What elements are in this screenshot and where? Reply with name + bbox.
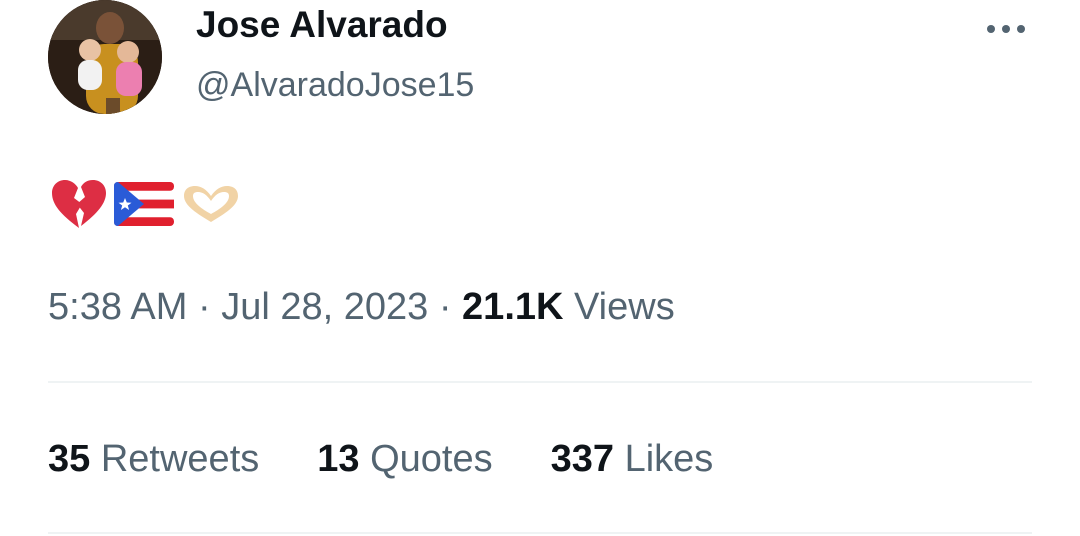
more-dots-icon: [987, 25, 1025, 33]
divider: [48, 532, 1032, 534]
tweet-card: Jose Alvarado @AlvaradoJose15 💔🇵🇷🫶: [0, 0, 1080, 536]
author-avatar[interactable]: [48, 0, 162, 114]
views-count: 21.1K: [462, 286, 564, 328]
retweets-count: 35: [48, 438, 91, 480]
author-handle[interactable]: @AlvaradoJose15: [196, 66, 474, 105]
likes-stat[interactable]: 337 Likes: [551, 438, 714, 481]
meta-separator: ·: [197, 286, 222, 328]
views-label: Views: [574, 286, 675, 328]
broken-heart-icon: [52, 180, 106, 228]
quotes-count: 13: [317, 438, 360, 480]
retweets-label: Retweets: [100, 438, 260, 480]
divider: [48, 381, 1032, 383]
tweet-meta: 5:38 AM · Jul 28, 2023 · 21.1K Views: [48, 286, 675, 329]
tweet-date[interactable]: Jul 28, 2023: [221, 286, 428, 328]
author-name[interactable]: Jose Alvarado: [196, 4, 448, 46]
puerto-rico-flag-icon: [114, 182, 174, 226]
quotes-stat[interactable]: 13 Quotes: [317, 438, 492, 481]
heart-hands-icon: [184, 186, 238, 222]
likes-label: Likes: [624, 438, 714, 480]
engagement-stats: 35 Retweets 13 Quotes 337 Likes: [48, 438, 771, 481]
tweet-text: 💔🇵🇷🫶: [50, 178, 242, 230]
quotes-label: Quotes: [370, 438, 493, 480]
tweet-time[interactable]: 5:38 AM: [48, 286, 187, 328]
meta-separator: ·: [438, 286, 463, 328]
more-options-button[interactable]: [984, 14, 1028, 44]
likes-count: 337: [550, 438, 615, 480]
retweets-stat[interactable]: 35 Retweets: [48, 438, 259, 481]
